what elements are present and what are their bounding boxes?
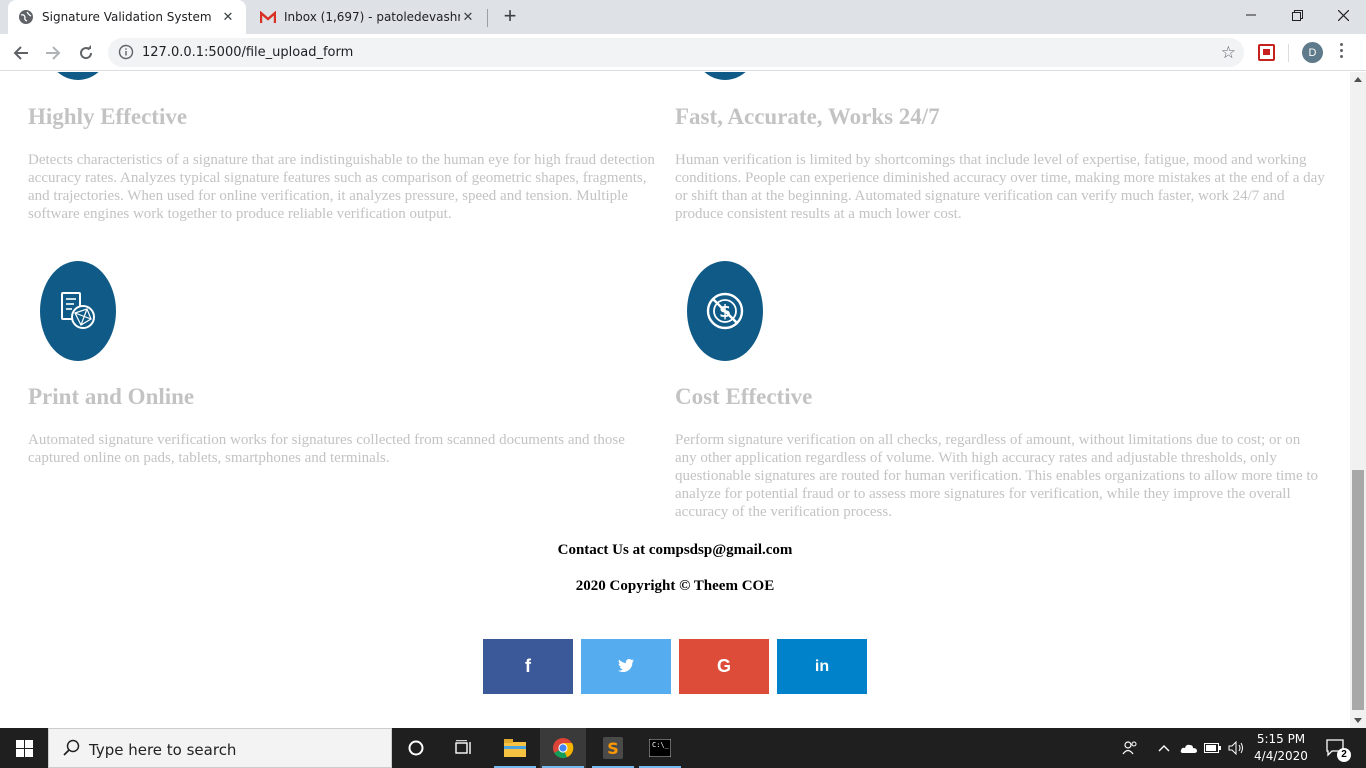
bookmark-star-icon[interactable]: ☆ [1221, 43, 1236, 63]
gmail-icon [260, 9, 276, 25]
site-info-icon[interactable] [118, 44, 134, 65]
menu-kebab-icon[interactable] [1340, 43, 1344, 61]
feature-title: Print and Online [28, 384, 195, 409]
cortana-icon[interactable] [393, 728, 439, 768]
people-icon[interactable] [1118, 728, 1142, 768]
feature-icon-circle [687, 72, 763, 80]
profile-avatar[interactable]: D [1302, 42, 1323, 63]
restore-button[interactable] [1274, 0, 1320, 30]
close-tab-icon[interactable]: ✕ [460, 9, 476, 25]
copyright-text: 2020 Copyright © Theem COE [575, 578, 775, 594]
feature-description: Automated signature verification works f… [28, 432, 625, 466]
search-icon [63, 739, 81, 762]
address-bar[interactable]: 127.0.0.1:5000/file_upload_form ☆ [108, 38, 1244, 67]
svg-text:C:\_: C:\_ [652, 741, 670, 749]
facebook-icon: f [525, 656, 531, 676]
tab-strip: Signature Validation System ✕ Inbox (1,6… [0, 0, 1366, 34]
scroll-up-arrow-icon[interactable] [1354, 77, 1362, 82]
page-viewport: Highly Effective Detects characteristics… [0, 72, 1350, 728]
browser-toolbar: 127.0.0.1:5000/file_upload_form ☆ D [0, 34, 1366, 71]
file-explorer-icon[interactable] [492, 728, 538, 768]
feature-icon-circle [40, 72, 116, 80]
linkedin-icon: in [814, 657, 830, 675]
notification-count-badge: 2 [1337, 748, 1351, 762]
toolbar-divider [1288, 44, 1289, 62]
close-window-button[interactable] [1320, 0, 1366, 30]
page-scrollbar[interactable] [1350, 72, 1366, 728]
document-globe-icon [40, 261, 116, 361]
taskbar-search-box[interactable]: Type here to search [48, 728, 392, 768]
feature-title: Cost Effective [675, 384, 813, 409]
twitter-button[interactable] [581, 639, 671, 694]
google-icon: G [716, 656, 731, 676]
terminal-icon[interactable]: C:\_ [637, 728, 683, 768]
clock-time: 5:15 PM [1256, 732, 1306, 746]
svg-text:S: S [607, 739, 619, 758]
feature-description: Detects characteristics of a signature t… [28, 152, 655, 222]
chevron-up-icon[interactable] [1154, 728, 1174, 768]
sublime-text-icon[interactable]: S [590, 728, 636, 768]
tab-title: Inbox (1,697) - patoledevashree@ [284, 10, 460, 24]
feature-title: Fast, Accurate, Works 24/7 [675, 104, 940, 129]
windows-logo-icon [15, 739, 33, 757]
tab-gmail-inbox[interactable]: Inbox (1,697) - patoledevashree@ ✕ [250, 0, 486, 34]
close-tab-icon[interactable]: ✕ [220, 9, 236, 25]
battery-icon[interactable] [1202, 728, 1224, 768]
volume-icon[interactable] [1226, 728, 1248, 768]
twitter-icon [618, 657, 634, 677]
minimize-button[interactable] [1228, 0, 1274, 30]
new-tab-button[interactable]: + [498, 5, 522, 29]
start-button[interactable] [0, 728, 48, 768]
globe-icon [18, 9, 34, 25]
windows-taskbar: Type here to search S C:\_ 5:15 PM 4/4/2… [0, 728, 1366, 768]
tab-signature-validation[interactable]: Signature Validation System ✕ [8, 0, 246, 34]
contact-text: Contact Us at compsdsp@gmail.com [557, 542, 793, 558]
extension-icon[interactable] [1258, 44, 1275, 61]
feature-description: Human verification is limited by shortco… [675, 152, 1325, 222]
feature-description: Perform signature verification on all ch… [675, 432, 1319, 520]
forward-button[interactable] [40, 40, 66, 66]
notification-center-button[interactable]: 2 [1320, 728, 1352, 768]
scroll-down-arrow-icon[interactable] [1354, 718, 1362, 723]
chrome-icon[interactable] [540, 728, 586, 768]
reload-button[interactable] [73, 40, 99, 66]
linkedin-button[interactable]: in [777, 639, 867, 694]
clock-date: 4/4/2020 [1254, 749, 1308, 763]
google-button[interactable]: G [679, 639, 769, 694]
task-view-icon[interactable] [441, 728, 487, 768]
taskbar-clock[interactable]: 5:15 PM 4/4/2020 [1246, 731, 1316, 765]
no-cost-icon: $ [687, 261, 763, 361]
feature-title: Highly Effective [28, 104, 188, 129]
facebook-button[interactable]: f [483, 639, 573, 694]
tab-separator [487, 9, 488, 27]
tab-title: Signature Validation System [42, 10, 212, 24]
search-placeholder: Type here to search [89, 741, 237, 759]
url-text: 127.0.0.1:5000/file_upload_form [142, 45, 354, 60]
scrollbar-thumb[interactable] [1352, 470, 1364, 710]
onedrive-icon[interactable] [1178, 728, 1200, 768]
back-button[interactable] [8, 40, 34, 66]
